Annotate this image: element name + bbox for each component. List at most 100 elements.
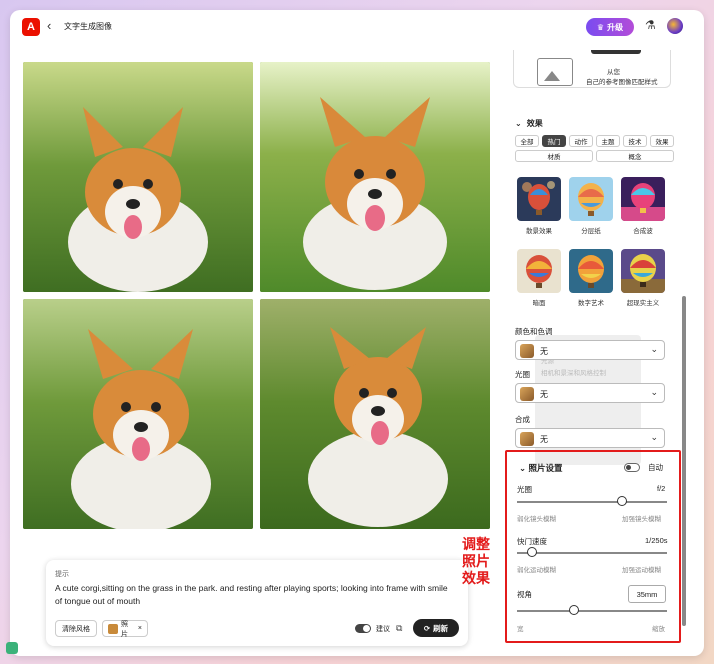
effect-label: 暗面 [532,300,546,307]
generated-image-2[interactable] [260,62,490,292]
generated-image-1[interactable] [23,62,253,292]
prompt-input[interactable]: A cute corgi,sitting on the grass in the… [55,582,455,608]
prompt-card: 提示 A cute corgi,sitting on the grass in … [46,560,468,646]
effect-layered-paper[interactable]: 分层纸 [569,177,613,235]
swatch-icon [520,432,534,446]
fov-hint-left: 宽 [517,626,524,633]
generated-image-3[interactable] [23,299,253,529]
chevron-down-icon: ⌄ [650,432,658,442]
suggest-label: 建议 [376,626,390,633]
flask-icon[interactable]: ⚗ [645,18,656,32]
balloon-thumb-icon [621,177,665,221]
tag-technique[interactable]: 技术 [623,135,647,147]
image-placeholder-icon [537,58,573,86]
shutter-value: 1/250s [645,536,668,545]
photo-settings-title: 照片设置 [528,463,563,473]
suggest-toggle[interactable] [355,624,371,633]
fov-slider-thumb[interactable] [569,605,579,615]
close-icon[interactable]: × [138,625,142,632]
avatar[interactable] [667,18,683,34]
effects-header[interactable]: ⌄ 效果 [515,118,543,129]
effect-label: 数字艺术 [578,300,604,307]
generated-images-grid [23,62,491,530]
back-chevron-icon[interactable]: ‹ [47,18,51,33]
suggest-info-icon[interactable]: ⧉ [396,623,402,634]
auto-toggle[interactable] [624,463,640,472]
balloon-thumb-icon [517,249,561,293]
upgrade-button[interactable]: ♛ 升级 [586,18,634,36]
upgrade-label: 升级 [607,22,624,32]
fov-hint-right: 缩放 [652,626,665,633]
fov-input[interactable]: 35mm [628,585,666,603]
generated-image-4[interactable] [260,299,490,529]
lighting-label: 光圈 [515,370,530,379]
tag-action[interactable]: 动作 [569,135,593,147]
balloon-thumb-icon [517,177,561,221]
effects-title: 效果 [526,119,543,128]
chevron-down-icon: ⌄ [515,119,522,128]
balloon-thumb-icon [569,177,613,221]
select-value: 无 [540,435,548,444]
fov-slider-track[interactable] [517,610,667,612]
side-tab-icon[interactable] [6,642,18,654]
photo-style-chip[interactable]: 照片 × [102,620,148,638]
shutter-slider-track[interactable] [517,552,667,554]
tag-effect[interactable]: 效果 [650,135,674,147]
composition-select[interactable]: 无 ⌄ [515,428,665,448]
effect-digital-art[interactable]: 数字艺术 [569,249,613,307]
prompt-label: 提示 [55,571,69,578]
photo-thumb-icon [108,623,118,634]
reference-image-upload[interactable]: 从您 自己的参考图像匹配样式 [513,50,671,88]
clear-style-button[interactable]: 清除风格 [55,620,97,637]
crown-icon: ♛ [596,22,605,32]
aperture-hint-left: 弱化镜头模糊 [517,516,556,523]
photo-chip-label: 照片 [120,620,128,638]
tag-concept[interactable]: 概念 [596,150,674,162]
refresh-label: 刷新 [433,623,449,633]
shutter-hint-left: 弱化运动模糊 [517,567,556,574]
balloon-thumb-icon [621,249,665,293]
panel-scrollbar[interactable] [682,296,686,626]
ghost-text-2: 相机和景深和风格控制 [541,370,606,377]
effect-label: 合成波 [633,228,653,235]
chevron-down-icon: ⌄ [650,344,658,354]
aperture-label: 光圈 [517,485,532,494]
color-tone-label: 颜色和色调 [515,327,553,336]
select-value: 无 [540,347,548,356]
effect-bokeh[interactable]: 散景效果 [517,177,561,235]
fov-label: 视角 [517,590,532,599]
aperture-value: f/2 [657,484,666,493]
tag-material[interactable]: 材质 [515,150,593,162]
reference-text-1: 从您 [607,69,620,76]
lighting-select[interactable]: 无 ⌄ [515,383,665,403]
shutter-label: 快门速度 [517,537,547,546]
balloon-thumb-icon [569,249,613,293]
aperture-hint-right: 加强镜头模糊 [622,516,661,523]
tag-popular[interactable]: 热门 [542,135,566,147]
aperture-slider-track[interactable] [517,501,667,503]
adobe-logo[interactable]: A [22,18,40,36]
effect-label: 超现实主义 [626,300,660,307]
aperture-slider-thumb[interactable] [617,496,627,506]
tag-theme[interactable]: 主题 [596,135,620,147]
color-tone-select[interactable]: 无 ⌄ [515,340,665,360]
reference-upload-bar[interactable] [591,50,641,54]
auto-label: 自动 [648,463,663,472]
effect-dark[interactable]: 暗面 [517,249,561,307]
reference-text-2: 自己的参考图像匹配样式 [586,79,658,86]
page-title: 文字生成图像 [64,22,112,31]
effect-synthwave[interactable]: 合成波 [621,177,665,235]
photo-settings-header[interactable]: ⌄ 照片设置 [519,462,563,474]
swatch-icon [520,344,534,358]
chevron-down-icon: ⌄ [650,387,658,397]
effect-surrealism[interactable]: 超现实主义 [621,249,665,307]
shutter-hint-right: 加强运动模糊 [622,567,661,574]
shutter-slider-thumb[interactable] [527,547,537,557]
annotation-text: 调整照片效果 [462,536,490,586]
tag-all[interactable]: 全部 [515,135,539,147]
effect-label: 散景效果 [526,228,552,235]
swatch-icon [520,387,534,401]
composition-label: 合成 [515,415,530,424]
refresh-button[interactable]: ⟳ 刷新 [413,619,459,637]
refresh-icon: ⟳ [423,623,431,633]
